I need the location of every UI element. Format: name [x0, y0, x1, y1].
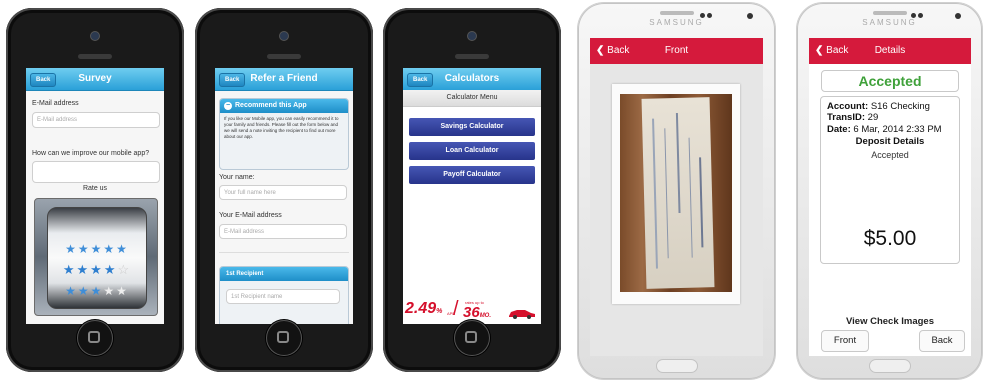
front-button[interactable]: Front [821, 330, 869, 352]
payoff-calculator-button[interactable]: Payoff Calculator [409, 166, 535, 184]
car-icon [507, 306, 537, 319]
nav-bar: Back Calculators [403, 68, 541, 91]
details-card: Account: S16 Checking TransID: 29 Date: … [820, 96, 960, 264]
iphone-refer: Back Refer a Friend − Recommend this App… [195, 8, 373, 372]
check-paper [641, 97, 715, 289]
sensor-dots [911, 13, 931, 19]
home-button[interactable] [454, 320, 490, 356]
recipient-panel: 1st Recipient 1st Recipient name [219, 266, 349, 324]
status-badge: Accepted [821, 70, 959, 92]
speaker-grille [872, 11, 907, 15]
home-key[interactable] [655, 359, 698, 373]
improve-label: How can we improve our mobile app? [32, 150, 150, 157]
email-input[interactable]: E-Mail address [219, 224, 347, 239]
email-input[interactable]: E-Mail address [32, 112, 160, 128]
name-label: Your name: [219, 174, 255, 181]
divider [219, 252, 349, 253]
front-camera-icon [468, 32, 476, 40]
page-title: Refer a Friend [250, 73, 318, 84]
android-front-phone: SAMSUNG ❮ Back Front [578, 3, 775, 379]
android-details-phone: SAMSUNG ❮ Back Details Accepted Account:… [797, 3, 982, 379]
survey-screen: Back Survey E-Mail address E-Mail addres… [26, 68, 164, 324]
iphone-calculators: Back Calculators Calculator Menu Savings… [383, 8, 561, 372]
recommend-panel: − Recommend this App If you like our Mob… [219, 98, 349, 170]
earpiece [267, 54, 301, 59]
recipient-name-input[interactable]: 1st Recipient name [226, 289, 340, 304]
recipient-header: 1st Recipient [220, 267, 348, 281]
front-screen: ❮ Back Front [590, 38, 763, 356]
refer-screen: Back Refer a Friend − Recommend this App… [215, 68, 353, 324]
email-label: Your E-Mail address [219, 212, 282, 219]
page-title: Calculators [444, 73, 500, 84]
account-row: Account: S16 Checking [827, 101, 930, 112]
deposit-amount: $5.00 [863, 227, 917, 250]
title-bar: ❮ Back Front [590, 38, 763, 64]
back-image-button[interactable]: Back [919, 330, 965, 352]
page-title: Details [874, 45, 906, 56]
recommend-text: If you like our Mobile app, you can easi… [224, 116, 339, 139]
details-screen: ❮ Back Details Accepted Account: S16 Che… [809, 38, 971, 356]
earpiece [78, 54, 112, 59]
name-input[interactable]: Your full name here [219, 185, 347, 200]
front-camera-icon [955, 13, 961, 19]
page-title: Survey [78, 73, 112, 84]
title-bar: ❮ Back Details [809, 38, 971, 64]
savings-calculator-button[interactable]: Savings Calculator [409, 118, 535, 136]
star-row-2: ★★★★☆ [62, 262, 132, 277]
brand-logo: SAMSUNG [649, 18, 704, 27]
rating-drum: ★★★★★ ★★★★☆ ★★★★★ [47, 207, 147, 309]
iphone-survey: Back Survey E-Mail address E-Mail addres… [6, 8, 184, 372]
nav-bar: Back Refer a Friend [215, 68, 353, 91]
deposit-title: Deposit Details [855, 136, 925, 147]
brand-logo: SAMSUNG [862, 18, 917, 27]
home-key[interactable] [868, 359, 911, 373]
earpiece [455, 54, 489, 59]
check-image-frame [612, 84, 740, 304]
promo-slash: / [453, 298, 459, 320]
check-image [620, 94, 732, 292]
loan-calculator-button[interactable]: Loan Calculator [409, 142, 535, 160]
speaker-grille [659, 11, 694, 15]
collapse-icon: − [224, 102, 232, 110]
view-check-images-label: View Check Images [845, 316, 934, 327]
home-button[interactable] [266, 320, 302, 356]
calculators-screen: Back Calculators Calculator Menu Savings… [403, 68, 541, 324]
front-camera-icon [747, 13, 753, 19]
nav-bar: Back Survey [26, 68, 164, 91]
improve-textarea[interactable] [32, 161, 160, 183]
menu-header: Calculator Menu [403, 90, 541, 107]
front-camera-icon [91, 32, 99, 40]
recommend-title: Recommend this App [235, 102, 307, 109]
email-label: E-Mail address [32, 100, 79, 107]
rating-widget[interactable]: ★★★★★ ★★★★☆ ★★★★★ [34, 198, 158, 316]
front-camera-icon [280, 32, 288, 40]
star-row-3: ★★★★★ [65, 284, 129, 298]
page-title: Front [664, 45, 689, 56]
trans-row: TransID: 29 [827, 112, 879, 123]
promo-term: 36MO. [463, 304, 492, 321]
deposit-status: Accepted [871, 150, 909, 160]
home-button[interactable] [77, 320, 113, 356]
rate-label: Rate us [82, 185, 108, 192]
sensor-dots [700, 13, 720, 19]
star-row-1: ★★★★★ [65, 242, 129, 256]
recommend-header[interactable]: − Recommend this App [220, 99, 348, 113]
date-row: Date: 6 Mar, 2014 2:33 PM [827, 124, 942, 135]
promo-rate: 2.49% [405, 300, 443, 317]
